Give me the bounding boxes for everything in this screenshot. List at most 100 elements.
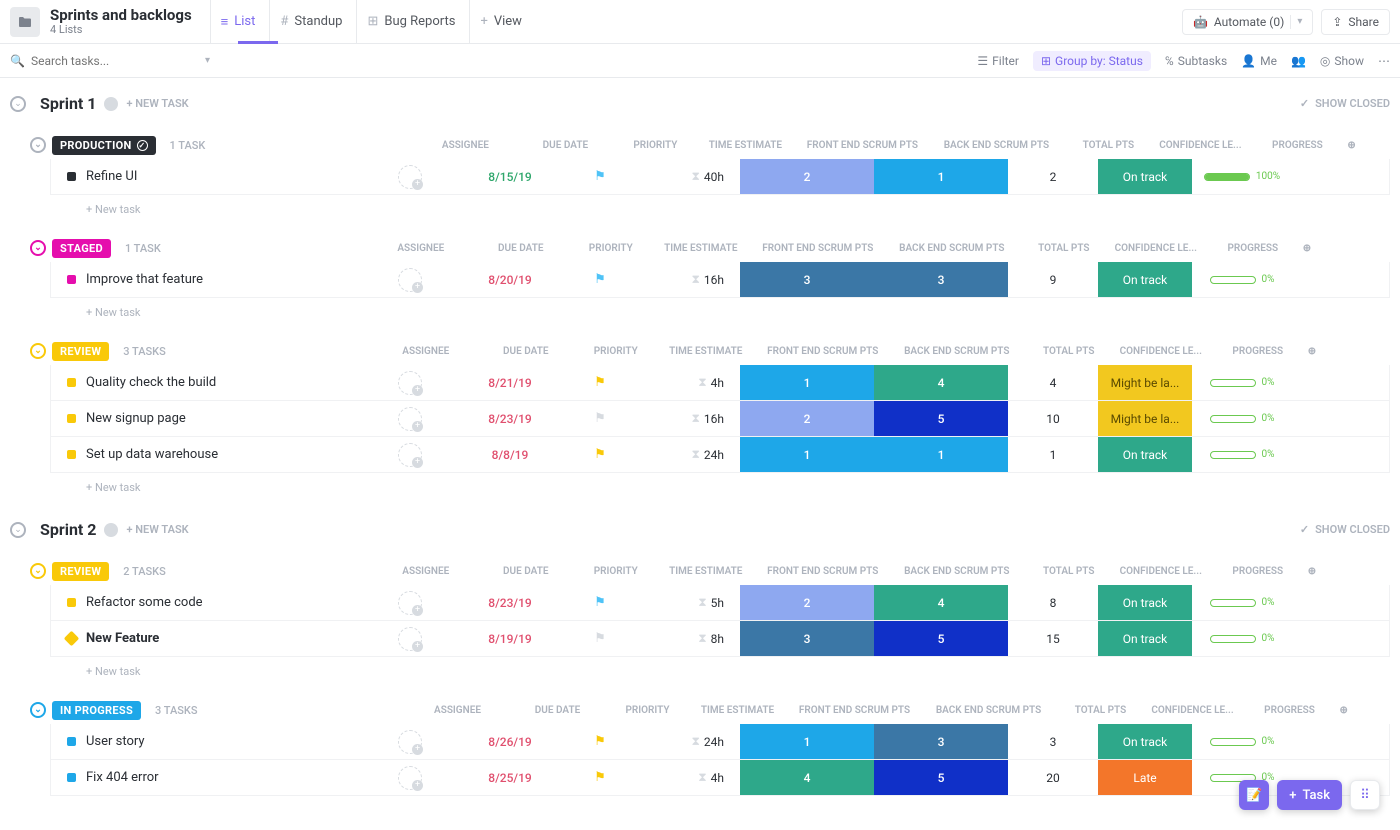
task-row[interactable]: New signup page 8/23/19 ⚑ ⧗16h 2 5 10 Mi… xyxy=(50,401,1390,437)
filter-button[interactable]: ☰Filter xyxy=(977,54,1019,68)
column-header[interactable]: CONFIDENCE LE... xyxy=(1109,243,1203,254)
fab-apps[interactable]: ⠿ xyxy=(1350,780,1380,810)
priority-flag-icon[interactable]: ⚑ xyxy=(594,631,606,646)
column-header[interactable]: CONFIDENCE LE... xyxy=(1146,705,1240,716)
column-header[interactable]: DUE DATE xyxy=(476,346,576,357)
task-title[interactable]: New Feature xyxy=(86,631,360,646)
confidence-level[interactable]: Late xyxy=(1098,760,1192,795)
back-end-pts[interactable]: 3 xyxy=(874,724,1008,759)
task-title[interactable]: Refine UI xyxy=(86,169,360,184)
assignee-avatar[interactable] xyxy=(398,730,422,754)
task-row[interactable]: Fix 404 error 8/25/19 ⚑ ⧗4h 4 5 20 Late … xyxy=(50,760,1390,796)
column-header[interactable]: PRIORITY xyxy=(576,346,656,357)
time-estimate[interactable]: 24h xyxy=(704,448,724,462)
priority-flag-icon[interactable]: ⚑ xyxy=(594,447,606,462)
front-end-pts[interactable]: 2 xyxy=(740,159,874,194)
column-header[interactable]: TIME ESTIMATE xyxy=(688,705,788,716)
add-view-button[interactable]: +View xyxy=(469,0,532,44)
total-pts[interactable]: 4 xyxy=(1008,365,1098,400)
due-date[interactable]: 8/19/19 xyxy=(488,632,531,646)
column-header[interactable]: PRIORITY xyxy=(615,140,695,151)
task-title[interactable]: User story xyxy=(86,734,360,749)
front-end-pts[interactable]: 2 xyxy=(740,401,874,436)
fab-notepad[interactable]: 📝 xyxy=(1239,780,1269,810)
back-end-pts[interactable]: 5 xyxy=(874,621,1008,656)
column-header[interactable]: FRONT END SCRUM PTS xyxy=(795,140,929,151)
front-end-pts[interactable]: 2 xyxy=(740,585,874,620)
total-pts[interactable]: 9 xyxy=(1008,262,1098,297)
task-row[interactable]: Set up data warehouse 8/8/19 ⚑ ⧗24h 1 1 … xyxy=(50,437,1390,473)
column-header[interactable]: DUE DATE xyxy=(508,705,608,716)
column-header[interactable]: ASSIGNEE xyxy=(376,346,476,357)
chevron-down-icon[interactable]: ▾ xyxy=(205,55,210,66)
front-end-pts[interactable]: 1 xyxy=(740,437,874,472)
add-column[interactable]: ⊕ xyxy=(1303,243,1323,254)
priority-flag-icon[interactable]: ⚑ xyxy=(594,272,606,287)
progress[interactable]: 0% xyxy=(1210,413,1275,424)
front-end-pts[interactable]: 1 xyxy=(740,365,874,400)
task-title[interactable]: Refactor some code xyxy=(86,595,360,610)
front-end-pts[interactable]: 1 xyxy=(740,724,874,759)
column-header[interactable]: TOTAL PTS xyxy=(1063,140,1153,151)
confidence-level[interactable]: Might be la... xyxy=(1098,365,1192,400)
assignee-avatar[interactable] xyxy=(398,766,422,790)
time-estimate[interactable]: 5h xyxy=(711,596,724,610)
assignee-avatar[interactable] xyxy=(398,443,422,467)
add-column[interactable]: ⊕ xyxy=(1347,140,1367,151)
time-estimate[interactable]: 40h xyxy=(704,170,724,184)
column-header[interactable]: TIME ESTIMATE xyxy=(656,346,756,357)
back-end-pts[interactable]: 5 xyxy=(874,760,1008,795)
progress[interactable]: 0% xyxy=(1210,449,1275,460)
confidence-level[interactable]: On track xyxy=(1098,159,1192,194)
subtasks-button[interactable]: ℅Subtasks xyxy=(1165,54,1227,68)
me-button[interactable]: 👤Me xyxy=(1241,54,1277,68)
column-header[interactable]: TIME ESTIMATE xyxy=(656,566,756,577)
column-header[interactable]: DUE DATE xyxy=(471,243,571,254)
back-end-pts[interactable]: 3 xyxy=(874,262,1008,297)
priority-flag-icon[interactable]: ⚑ xyxy=(594,734,606,749)
column-header[interactable]: PROGRESS xyxy=(1203,243,1303,254)
add-column[interactable]: ⊕ xyxy=(1308,566,1328,577)
assignee-avatar[interactable] xyxy=(398,165,422,189)
folder-icon[interactable] xyxy=(10,7,40,37)
task-row[interactable]: New Feature 8/19/19 ⚑ ⧗8h 3 5 15 On trac… xyxy=(50,621,1390,657)
info-icon[interactable] xyxy=(104,523,118,537)
column-header[interactable]: CONFIDENCE LE... xyxy=(1153,140,1247,151)
group-collapse[interactable]: ⌄ xyxy=(30,563,46,579)
column-header[interactable]: TOTAL PTS xyxy=(1056,705,1146,716)
column-header[interactable]: FRONT END SCRUM PTS xyxy=(756,346,890,357)
total-pts[interactable]: 10 xyxy=(1008,401,1098,436)
back-end-pts[interactable]: 5 xyxy=(874,401,1008,436)
share-button[interactable]: ⇪ Share xyxy=(1321,9,1390,35)
column-header[interactable]: BACK END SCRUM PTS xyxy=(922,705,1056,716)
total-pts[interactable]: 20 xyxy=(1008,760,1098,795)
task-title[interactable]: Quality check the build xyxy=(86,375,360,390)
progress[interactable]: 0% xyxy=(1210,597,1275,608)
add-column[interactable]: ⊕ xyxy=(1308,346,1328,357)
group-collapse[interactable]: ⌄ xyxy=(30,137,46,153)
front-end-pts[interactable]: 3 xyxy=(740,621,874,656)
confidence-level[interactable]: Might be la... xyxy=(1098,401,1192,436)
column-header[interactable]: DUE DATE xyxy=(476,566,576,577)
column-header[interactable]: CONFIDENCE LE... xyxy=(1114,346,1208,357)
sprint-collapse[interactable]: ⌄ xyxy=(10,96,26,112)
time-estimate[interactable]: 8h xyxy=(711,632,724,646)
group-collapse[interactable]: ⌄ xyxy=(30,240,46,256)
column-header[interactable]: FRONT END SCRUM PTS xyxy=(751,243,885,254)
column-header[interactable]: TOTAL PTS xyxy=(1024,346,1114,357)
back-end-pts[interactable]: 4 xyxy=(874,365,1008,400)
column-header[interactable]: TIME ESTIMATE xyxy=(695,140,795,151)
due-date[interactable]: 8/20/19 xyxy=(488,273,531,287)
add-column[interactable]: ⊕ xyxy=(1340,705,1360,716)
task-title[interactable]: Improve that feature xyxy=(86,272,360,287)
column-header[interactable]: PRIORITY xyxy=(608,705,688,716)
progress[interactable]: 0% xyxy=(1210,736,1275,747)
fab-new-task[interactable]: +Task xyxy=(1277,780,1342,810)
column-header[interactable]: FRONT END SCRUM PTS xyxy=(788,705,922,716)
column-header[interactable]: PROGRESS xyxy=(1208,566,1308,577)
total-pts[interactable]: 8 xyxy=(1008,585,1098,620)
column-header[interactable]: TIME ESTIMATE xyxy=(651,243,751,254)
total-pts[interactable]: 3 xyxy=(1008,724,1098,759)
assignee-avatar[interactable] xyxy=(398,627,422,651)
confidence-level[interactable]: On track xyxy=(1098,724,1192,759)
